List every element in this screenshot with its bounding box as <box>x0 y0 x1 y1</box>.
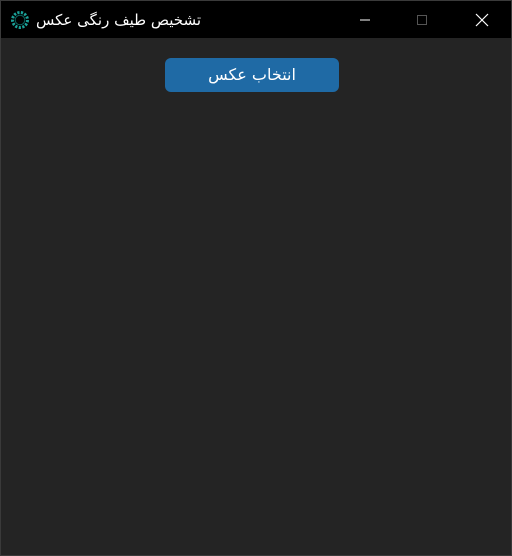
app-window: تشخیص طیف رنگی عکس انتخاب عکس <box>0 0 512 556</box>
maximize-icon <box>416 14 428 26</box>
window-title: تشخیص طیف رنگی عکس <box>36 11 201 29</box>
title-bar[interactable]: تشخیص طیف رنگی عکس <box>1 1 511 38</box>
close-button[interactable] <box>454 1 510 38</box>
minimize-button[interactable] <box>337 1 393 38</box>
minimize-icon <box>359 14 371 26</box>
select-image-button[interactable]: انتخاب عکس <box>165 58 339 92</box>
close-icon <box>475 13 489 27</box>
ring-logo-icon <box>10 10 30 30</box>
maximize-button[interactable] <box>394 1 450 38</box>
